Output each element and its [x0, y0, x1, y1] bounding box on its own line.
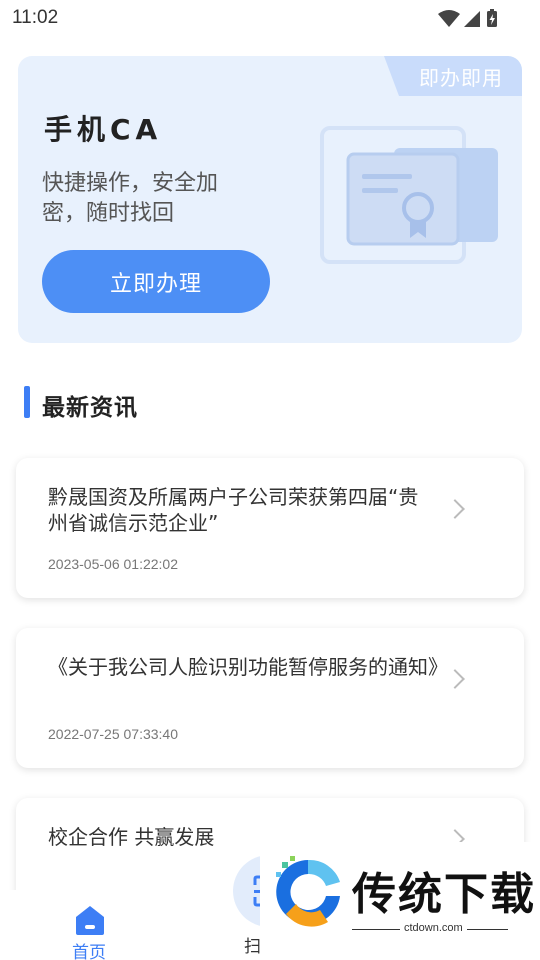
news-title: 黔晟国资及所属两户子公司荣获第四届“贵州省诚信示范企业” [48, 485, 419, 535]
nav-home[interactable]: 首页 [60, 900, 120, 960]
news-card[interactable]: 黔晟国资及所属两户子公司荣获第四届“贵州省诚信示范企业” 2023-05-06 … [16, 458, 524, 598]
news-title: 《关于我公司人脸识别功能暂停服务的通知》 [48, 655, 448, 679]
banner-tag: 即办即用 [384, 56, 522, 96]
section-title-accent [24, 386, 30, 418]
banner-description: 快捷操作，安全加密，随时找回 [42, 171, 219, 226]
home-icon [76, 906, 104, 935]
watermark-logo-icon [276, 856, 340, 927]
status-time: 11:02 [12, 7, 59, 28]
wifi-icon [438, 10, 460, 27]
banner-title: 手机CA [44, 113, 163, 146]
signal-icon [464, 11, 480, 27]
nav-home-label: 首页 [72, 943, 106, 960]
nav-scan-label[interactable]: 扫 [244, 932, 261, 957]
news-card[interactable]: 《关于我公司人脸识别功能暂停服务的通知》 2022-07-25 07:33:40 [16, 628, 524, 768]
news-section-title: 最新资讯 [42, 395, 138, 421]
news-date: 2023-05-06 01:22:02 [48, 556, 178, 572]
watermark: 传统下载 ctdown.com [260, 842, 540, 942]
apply-now-button[interactable]: 立即办理 [42, 250, 270, 313]
chevron-right-icon [445, 669, 465, 689]
battery-charging-icon [487, 9, 497, 27]
ca-banner[interactable]: 即办即用 手机CA 快捷操作，安全加密，随时找回 立即办理 [18, 56, 522, 343]
chevron-right-icon [445, 499, 465, 519]
watermark-url: ctdown.com [400, 922, 467, 934]
watermark-text: 传统下载 [352, 869, 536, 920]
status-icons [438, 9, 497, 27]
certificate-icon [320, 126, 498, 264]
news-date: 2022-07-25 07:33:40 [48, 726, 178, 742]
status-bar: 11:02 [0, 0, 540, 38]
